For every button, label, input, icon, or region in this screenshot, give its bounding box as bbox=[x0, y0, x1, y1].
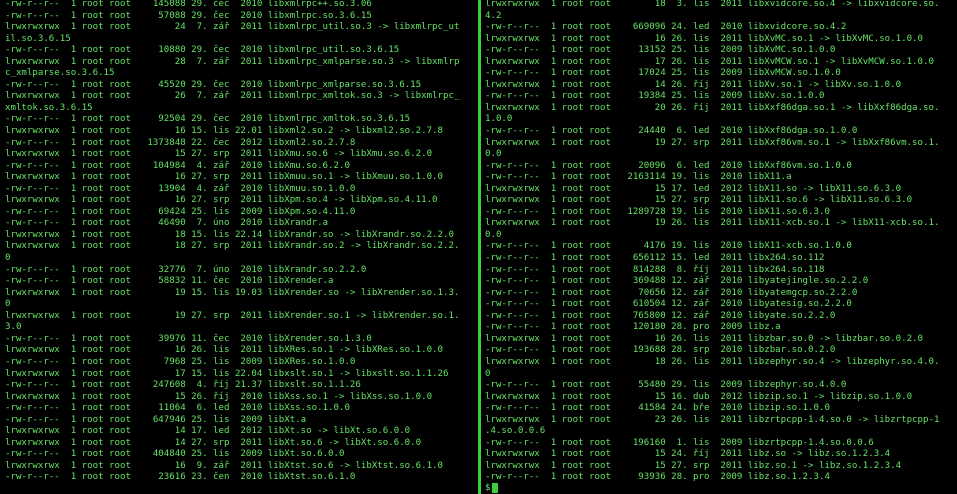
listing-line: -rw-r--r-- 1 root root 39976 11. čec 201… bbox=[5, 333, 372, 344]
listing-line: 3.0 bbox=[5, 322, 22, 333]
pane-divider[interactable] bbox=[476, 0, 483, 494]
listing-line: 1.0.0 bbox=[485, 114, 513, 125]
listing-line: lrwxrwxrwx 1 root root 16 9. zář 2011 li… bbox=[5, 460, 443, 471]
listing-line: -rw-r--r-- 1 root root 24440 6. led 2010… bbox=[485, 126, 858, 137]
listing-line: lrwxrwxrwx 1 root root 28 7. zář 2011 li… bbox=[5, 56, 460, 67]
listing-line: -rw-r--r-- 1 root root 145088 29. čec 20… bbox=[5, 0, 372, 9]
listing-line: -rw-r--r-- 1 root root 92504 29. čec 201… bbox=[5, 114, 411, 125]
listing-line: lrwxrwxrwx 1 root root 23 26. lis 2011 l… bbox=[485, 414, 940, 425]
listing-line: -rw-r--r-- 1 root root 2163114 19. lis 2… bbox=[485, 172, 792, 183]
listing-line: -rw-r--r-- 1 root root 58832 11. čec 201… bbox=[5, 276, 334, 287]
listing-line: -rw-r--r-- 1 root root 93936 28. pro 200… bbox=[485, 472, 830, 483]
listing-line: 0.0 bbox=[485, 149, 502, 160]
listing-line: lrwxrwxrwx 1 root root 24 7. zář 2011 li… bbox=[5, 22, 460, 33]
listing-line: lrwxrwxrwx 1 root root 26 7. zář 2011 li… bbox=[5, 91, 460, 102]
listing-line: lrwxrwxrwx 1 root root 15 24. říj 2011 l… bbox=[485, 449, 891, 460]
listing-line: 0 bbox=[5, 299, 11, 310]
listing-line: -rw-r--r-- 1 root root 610504 12. zář 20… bbox=[485, 299, 852, 310]
text-cursor bbox=[492, 483, 499, 493]
listing-line: lrwxrwxrwx 1 root root 18 15. lis 22.14 … bbox=[5, 229, 454, 240]
listing-line: -rw-r--r-- 1 root root 17024 25. lis 200… bbox=[485, 68, 841, 79]
left-pane-listing: -rw-r--r-- 1 root root 145088 29. čec 20… bbox=[0, 0, 476, 484]
listing-line: -rw-r--r-- 1 root root 32776 7. úno 2010… bbox=[5, 264, 367, 275]
listing-line: -rw-r--r-- 1 root root 247608 4. říj 21.… bbox=[5, 380, 361, 391]
listing-line: lrwxrwxrwx 1 root root 15 27. srp 2011 l… bbox=[485, 195, 913, 206]
listing-line: lrwxrwxrwx 1 root root 19 27. srp 2011 l… bbox=[5, 310, 460, 321]
left-terminal-pane[interactable]: -rw-r--r-- 1 root root 145088 29. čec 20… bbox=[0, 0, 476, 494]
listing-line: lrwxrwxrwx 1 root root 16 27. srp 2011 l… bbox=[5, 172, 443, 183]
listing-line: lrwxrwxrwx 1 root root 18 26. lis 2011 l… bbox=[485, 356, 940, 367]
listing-line: -rw-r--r-- 1 root root 104984 4. zář 201… bbox=[5, 160, 350, 171]
listing-line: -rw-r--r-- 1 root root 765800 12. zář 20… bbox=[485, 310, 836, 321]
listing-line: -rw-r--r-- 1 root root 1373848 22. čec 2… bbox=[5, 137, 356, 148]
listing-line: lrwxrwxrwx 1 root root 14 26. říj 2011 l… bbox=[485, 79, 902, 90]
listing-line: -rw-r--r-- 1 root root 19384 25. lis 200… bbox=[485, 91, 825, 102]
listing-line: lrwxrwxrwx 1 root root 16 26. lis 2011 l… bbox=[485, 33, 923, 44]
listing-line: -rw-r--r-- 1 root root 13152 25. lis 200… bbox=[485, 45, 836, 56]
listing-line: lrwxrwxrwx 1 root root 15 26. říj 2010 l… bbox=[5, 391, 433, 402]
listing-line: -rw-r--r-- 1 root root 193688 28. srp 20… bbox=[485, 345, 836, 356]
listing-line: lrwxrwxrwx 1 root root 15 17. led 2012 l… bbox=[485, 183, 902, 194]
listing-line: 0 bbox=[485, 368, 491, 379]
listing-line: -rw-r--r-- 1 root root 1289728 19. lis 2… bbox=[485, 206, 830, 217]
listing-line: lrwxrwxrwx 1 root root 19 15. lis 19.03 … bbox=[5, 287, 460, 298]
listing-line: -rw-r--r-- 1 root root 13904 4. zář 2010… bbox=[5, 183, 356, 194]
listing-line: lrwxrwxrwx 1 root root 14 27. srp 2011 l… bbox=[5, 437, 422, 448]
listing-line: lrwxrwxrwx 1 root root 18 27. srp 2011 l… bbox=[5, 241, 460, 252]
listing-line: -rw-r--r-- 1 root root 814288 8. říj 201… bbox=[485, 264, 825, 275]
listing-line: lrwxrwxrwx 1 root root 15 16. dub 2012 l… bbox=[485, 391, 913, 402]
listing-line: lrwxrwxrwx 1 root root 19 26. lis 2011 l… bbox=[485, 218, 940, 229]
listing-line: -rw-r--r-- 1 root root 120180 28. pro 20… bbox=[485, 322, 781, 333]
right-terminal-pane[interactable]: lrwxrwxrwx 1 root root 18 3. lis 2011 li… bbox=[483, 0, 957, 494]
listing-line: lrwxrwxrwx 1 root root 18 3. lis 2011 li… bbox=[485, 0, 940, 9]
prompt-symbol: $ bbox=[485, 483, 491, 493]
listing-line: -rw-r--r-- 1 root root 369488 12. zář 20… bbox=[485, 276, 869, 287]
listing-line: -rw-r--r-- 1 root root 656112 15. led 20… bbox=[485, 253, 825, 264]
listing-line: lrwxrwxrwx 1 root root 17 15. lis 22.04 … bbox=[5, 368, 449, 379]
listing-line: lrwxrwxrwx 1 root root 20 26. říj 2011 l… bbox=[485, 102, 940, 113]
listing-line: xmltok.so.3.6.15 bbox=[5, 102, 93, 113]
listing-line: 0 bbox=[5, 253, 11, 264]
listing-line: -rw-r--r-- 1 root root 7968 25. lis 2009… bbox=[5, 356, 356, 367]
listing-line: lrwxrwxrwx 1 root root 19 27. srp 2011 l… bbox=[485, 137, 940, 148]
listing-line: -rw-r--r-- 1 root root 41584 24. bře 201… bbox=[485, 403, 830, 414]
listing-line: -rw-r--r-- 1 root root 196160 1. lis 200… bbox=[485, 437, 874, 448]
command-prompt[interactable]: $ bbox=[485, 482, 499, 494]
listing-line: lrwxrwxrwx 1 root root 15 27. srp 2011 l… bbox=[485, 460, 902, 471]
listing-line: -rw-r--r-- 1 root root 57088 29. čec 201… bbox=[5, 10, 372, 21]
listing-line: lrwxrwxrwx 1 root root 16 27. srp 2011 l… bbox=[5, 195, 438, 206]
listing-line: -rw-r--r-- 1 root root 10880 29. čec 201… bbox=[5, 45, 400, 56]
listing-line: -rw-r--r-- 1 root root 69424 25. lis 200… bbox=[5, 206, 356, 217]
listing-line: lrwxrwxrwx 1 root root 14 17. led 2012 l… bbox=[5, 426, 411, 437]
listing-line: .4.so.0.0.6 bbox=[485, 426, 546, 437]
listing-line: -rw-r--r-- 1 root root 404840 25. lis 20… bbox=[5, 449, 345, 460]
listing-line: -rw-r--r-- 1 root root 4176 19. lis 2010… bbox=[485, 241, 852, 252]
listing-line: lrwxrwxrwx 1 root root 16 15. lis 22.01 … bbox=[5, 126, 443, 137]
listing-line: lrwxrwxrwx 1 root root 16 26. lis 2011 l… bbox=[485, 333, 923, 344]
listing-line: lrwxrwxrwx 1 root root 16 26. lis 2011 l… bbox=[5, 345, 443, 356]
listing-line: -rw-r--r-- 1 root root 45520 29. čec 201… bbox=[5, 79, 422, 90]
listing-line: c_xmlparse.so.3.6.15 bbox=[5, 68, 115, 79]
listing-line: il.so.3.6.15 bbox=[5, 33, 71, 44]
listing-line: -rw-r--r-- 1 root root 46490 7. úno 2010… bbox=[5, 218, 329, 229]
listing-line: -rw-r--r-- 1 root root 23616 23. čen 201… bbox=[5, 472, 356, 483]
listing-line: -rw-r--r-- 1 root root 11064 6. led 2010… bbox=[5, 403, 350, 414]
listing-line: -rw-r--r-- 1 root root 70656 12. zář 201… bbox=[485, 287, 858, 298]
listing-line: -rw-r--r-- 1 root root 647946 25. lis 20… bbox=[5, 414, 307, 425]
listing-line: -rw-r--r-- 1 root root 20096 6. led 2010… bbox=[485, 160, 852, 171]
listing-line: 0.0 bbox=[485, 229, 502, 240]
right-pane-listing: lrwxrwxrwx 1 root root 18 3. lis 2011 li… bbox=[483, 0, 957, 484]
listing-line: lrwxrwxrwx 1 root root 17 26. lis 2011 l… bbox=[485, 56, 934, 67]
listing-line: -rw-r--r-- 1 root root 55480 29. lis 200… bbox=[485, 380, 847, 391]
listing-line: lrwxrwxrwx 1 root root 15 27. srp 2011 l… bbox=[5, 149, 433, 160]
listing-line: -rw-r--r-- 1 root root 669096 24. led 20… bbox=[485, 22, 847, 33]
listing-line: 4.2 bbox=[485, 10, 502, 21]
